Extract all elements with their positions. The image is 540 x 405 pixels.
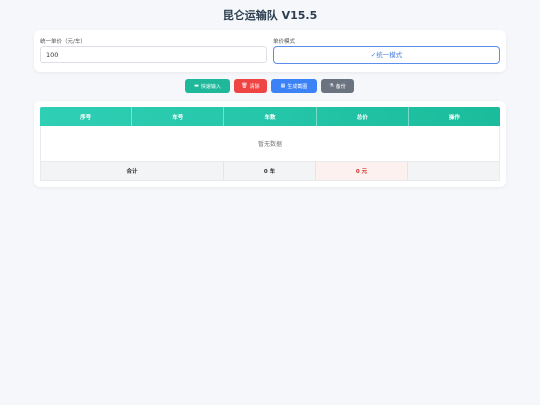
header-actions: 操作 bbox=[448, 114, 460, 121]
footer-total-price: 0 元 bbox=[316, 162, 408, 180]
truck-icon: ▬ bbox=[194, 83, 199, 89]
footer-actions-cell bbox=[408, 162, 499, 180]
mode-label: 单价模式 bbox=[273, 39, 296, 45]
unified-mode-button[interactable]: ✓统一模式 bbox=[273, 46, 500, 64]
quick-input-label: 快速输入 bbox=[200, 83, 221, 90]
header-total-price: 总价 bbox=[317, 107, 409, 126]
trash-icon: 🗑 bbox=[241, 83, 248, 89]
header-truck-no: 车号 bbox=[132, 107, 225, 126]
chart-icon: ▦ bbox=[280, 83, 286, 89]
footer-label: 合计 bbox=[41, 162, 224, 180]
table-footer: 合计 0 车 0 元 bbox=[40, 162, 500, 181]
flask-icon: ⚗ bbox=[329, 83, 334, 89]
toolbar: ▬ 快速输入 🗑 清除 ▦ 生成截图 ⚗ 备份 bbox=[185, 79, 354, 93]
page-title: 昆仑运输队 V15.5 bbox=[222, 9, 318, 22]
screenshot-button[interactable]: ▦ 生成截图 bbox=[271, 79, 317, 93]
backup-label: 备份 bbox=[335, 83, 346, 90]
footer-truck-count: 0 车 bbox=[224, 162, 316, 180]
records-table: 序号 车号 车数 总价 操作 暂无数据 合计 0 车 0 元 bbox=[40, 107, 500, 181]
unit-price-input[interactable] bbox=[40, 46, 267, 63]
table-header: 序号 车号 车数 总价 操作 bbox=[40, 107, 500, 126]
clear-label: 清除 bbox=[249, 83, 260, 90]
quick-input-button[interactable]: ▬ 快速输入 bbox=[185, 79, 230, 93]
empty-state: 暂无数据 bbox=[40, 126, 500, 162]
header-index: 序号 bbox=[40, 107, 133, 126]
settings-card: 统一单价（元/车） 单价模式 ✓统一模式 bbox=[34, 30, 506, 72]
clear-button[interactable]: 🗑 清除 bbox=[234, 79, 267, 93]
price-label: 统一单价（元/车） bbox=[40, 39, 86, 45]
table-card: 序号 车号 车数 总价 操作 暂无数据 合计 0 车 0 元 bbox=[34, 101, 506, 187]
backup-button[interactable]: ⚗ 备份 bbox=[321, 79, 354, 93]
header-truck-count: 车数 bbox=[224, 107, 317, 126]
screenshot-label: 生成截图 bbox=[287, 83, 308, 90]
